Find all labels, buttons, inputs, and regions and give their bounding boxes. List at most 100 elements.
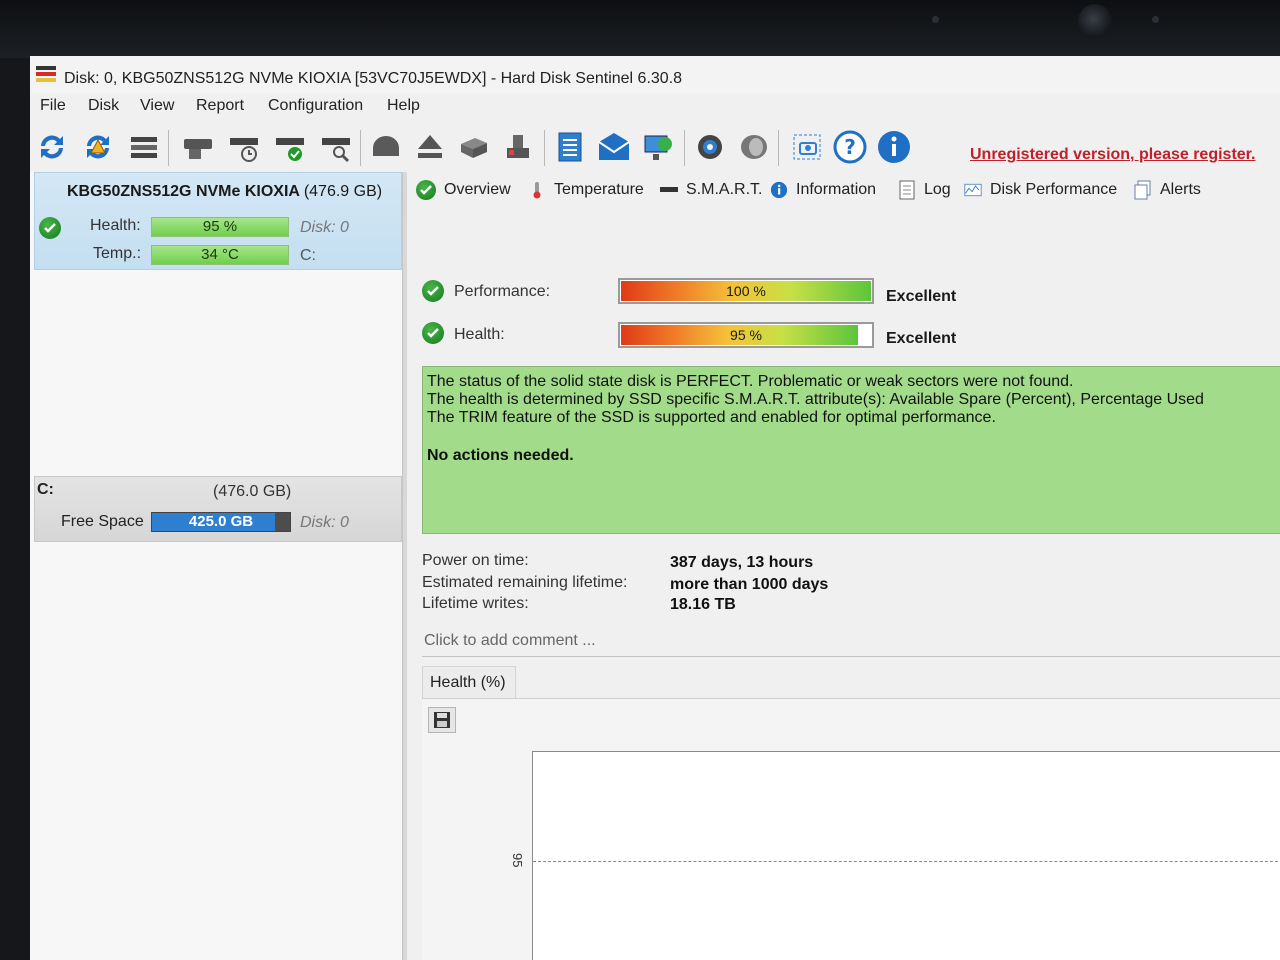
menu-help[interactable]: Help — [387, 97, 420, 115]
overview-check-icon — [416, 180, 436, 200]
health-chart-plot: 95 — [510, 751, 1280, 960]
info-tab-icon — [770, 181, 788, 199]
disk-search-icon[interactable] — [318, 128, 354, 166]
status-action: No actions needed. — [427, 447, 574, 464]
menu-configuration[interactable]: Configuration — [268, 97, 363, 115]
performance-chart-icon — [964, 181, 982, 199]
status-line: The status of the solid state disk is PE… — [427, 373, 1074, 390]
server-icon[interactable] — [456, 128, 492, 166]
temp-bar: 34 °C — [151, 245, 289, 265]
tab-overview[interactable]: Overview — [416, 178, 511, 202]
health-chart-area: 95 — [422, 698, 1280, 960]
log-icon — [898, 180, 916, 200]
webcam — [1078, 4, 1112, 38]
disk-card[interactable]: KBG50ZNS512G NVMe KIOXIA (476.9 GB) Heal… — [34, 172, 402, 270]
status-line: The health is determined by SSD specific… — [427, 391, 1204, 408]
toolbar-separator — [684, 130, 685, 166]
report-icon[interactable] — [552, 128, 588, 166]
disk-schedule-icon[interactable] — [226, 128, 262, 166]
tab-temperature[interactable]: Temperature — [528, 178, 644, 202]
lifetime-label: Estimated remaining lifetime: — [422, 574, 628, 591]
refresh-warning-icon[interactable] — [80, 128, 116, 166]
disk-check-icon[interactable] — [272, 128, 308, 166]
unregistered-link[interactable]: Unregistered version, please register. — [970, 146, 1255, 164]
settings-icon[interactable] — [692, 128, 728, 166]
disk-name: KBG50ZNS512G NVMe KIOXIA (476.9 GB) — [67, 183, 382, 201]
tab-log-label: Log — [924, 181, 951, 198]
speaker-icon[interactable] — [736, 128, 772, 166]
monitor-bezel — [0, 0, 1280, 58]
free-space-value: 425.0 GB — [188, 513, 254, 530]
toolbar: ? Unregistered version, please register. — [30, 120, 1280, 174]
health-rating: Excellent — [886, 330, 957, 347]
tab-smart[interactable]: S.M.A.R.T. — [660, 178, 762, 202]
performance-rating: Excellent — [886, 288, 957, 305]
menu-view[interactable]: View — [140, 97, 174, 115]
toolbar-separator — [168, 130, 169, 166]
tab-alerts-label: Alerts — [1160, 181, 1201, 198]
power-on-value: 387 days, 13 hours — [670, 554, 814, 571]
tab-smart-label: S.M.A.R.T. — [686, 181, 763, 198]
power-on-label: Power on time: — [422, 552, 529, 569]
app-window: Disk: 0, KBG50ZNS512G NVMe KIOXIA [53VC7… — [30, 56, 1280, 960]
tab-health-chart[interactable]: Health (%) — [422, 666, 516, 699]
tab-disk-performance[interactable]: Disk Performance — [964, 178, 1117, 202]
disk-shield-icon[interactable] — [368, 128, 404, 166]
disk-ref: Disk: 0 — [300, 219, 349, 236]
thermometer-icon — [528, 181, 546, 199]
screenshot-icon[interactable] — [790, 128, 826, 166]
floppy-disk-icon — [434, 712, 450, 728]
health-metric-label: Health: — [454, 326, 505, 343]
menu-file[interactable]: File — [40, 97, 66, 115]
chart-y-tick-label: 95 — [510, 853, 525, 868]
drive-size: (476.0 GB) — [213, 483, 292, 500]
title-bar: Disk: 0, KBG50ZNS512G NVMe KIOXIA [53VC7… — [30, 56, 1280, 94]
comment-placeholder: Click to add comment ... — [424, 632, 596, 649]
help-icon[interactable]: ? — [832, 128, 868, 166]
save-chart-button[interactable] — [428, 707, 456, 733]
performance-bar: 100 % — [618, 278, 874, 304]
tab-alerts[interactable]: Alerts — [1134, 178, 1201, 202]
tab-bar: Overview Temperature S.M.A.R.T. Informat… — [408, 172, 1280, 204]
drive-letter: C: — [37, 481, 54, 498]
free-space-bar: 425.0 GB — [151, 512, 291, 532]
toolbar-separator — [360, 130, 361, 166]
tab-information-label: Information — [796, 181, 877, 198]
health-metric-bar: 95 % — [618, 322, 874, 348]
app-logo-icon — [36, 66, 56, 82]
disk-list-panel: KBG50ZNS512G NVMe KIOXIA (476.9 GB) Heal… — [30, 172, 402, 960]
writes-label: Lifetime writes: — [422, 595, 529, 612]
performance-label: Performance: — [454, 283, 551, 300]
chart-gridline — [533, 861, 1280, 862]
network-icon[interactable] — [640, 128, 676, 166]
email-icon[interactable] — [596, 128, 632, 166]
performance-ok-icon — [422, 280, 444, 302]
refresh-icon[interactable] — [34, 128, 70, 166]
disk-tools-icon[interactable] — [500, 128, 536, 166]
info-icon[interactable] — [876, 128, 912, 166]
drive-ref: C: — [300, 247, 316, 264]
toolbar-separator — [544, 130, 545, 166]
drive-card[interactable]: C: (476.0 GB) Free Space 425.0 GB Disk: … — [34, 476, 402, 542]
drive-disk-ref: Disk: 0 — [300, 514, 349, 531]
tab-information[interactable]: Information — [770, 178, 876, 202]
tab-disk-performance-label: Disk Performance — [990, 181, 1118, 198]
disk-list-icon[interactable] — [126, 128, 162, 166]
disk-icon[interactable] — [180, 128, 216, 166]
tab-log[interactable]: Log — [898, 178, 951, 202]
bezel-sensor — [1152, 16, 1159, 23]
lifetime-value: more than 1000 days — [670, 576, 829, 593]
chart-tab-label: Health (%) — [430, 674, 506, 691]
comment-field[interactable]: Click to add comment ... — [422, 626, 1280, 657]
health-bar: 95 % — [151, 217, 289, 237]
eject-icon[interactable] — [412, 128, 448, 166]
svg-text:?: ? — [844, 135, 856, 159]
performance-value: 100 % — [726, 283, 766, 299]
menu-bar: File Disk View Report Configuration Help — [30, 94, 1280, 120]
disk-size: (476.9 GB) — [303, 183, 383, 200]
temp-label: Temp.: — [93, 245, 142, 262]
writes-value: 18.16 TB — [670, 596, 736, 613]
menu-disk[interactable]: Disk — [88, 97, 119, 115]
menu-report[interactable]: Report — [196, 97, 244, 115]
panel-splitter[interactable] — [402, 172, 407, 960]
